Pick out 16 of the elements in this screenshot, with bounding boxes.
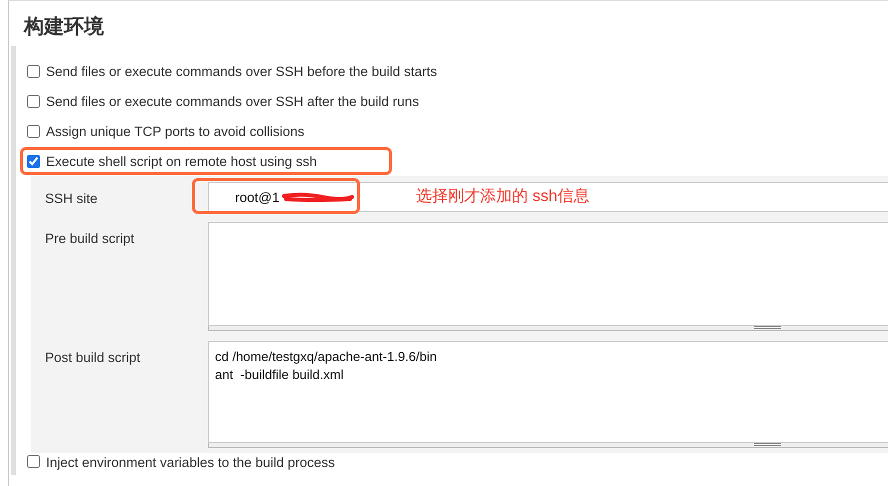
checkbox[interactable] (27, 154, 40, 168)
checkbox-label: Inject environment variables to the build process (46, 455, 335, 470)
checkbox[interactable] (27, 455, 40, 468)
checkbox[interactable] (27, 64, 40, 78)
checkbox[interactable] (27, 124, 40, 138)
checkbox-label: Send files or execute commands over SSH before the build starts (46, 64, 437, 78)
post-build-textarea[interactable]: cd /home/testgxq/apache-ant-1.9.6/bin ant -buildfile build.xml (208, 341, 888, 443)
checkbox[interactable] (27, 94, 40, 108)
field-label: SSH site (44, 190, 99, 206)
checkbox-label: Assign unique TCP ports to avoid collisions (46, 124, 304, 138)
checkbox-label: Send files or execute commands over SSH after the build runs (46, 94, 419, 108)
section-title: 构建环境 (22, 14, 105, 40)
field-label: Pre build script (44, 230, 136, 246)
annotation-text: 选择刚才添加的 ssh信息 (416, 186, 590, 207)
field-label: Post build script (44, 349, 142, 365)
checkbox-label: Execute shell script on remote host using ssh (46, 154, 317, 168)
